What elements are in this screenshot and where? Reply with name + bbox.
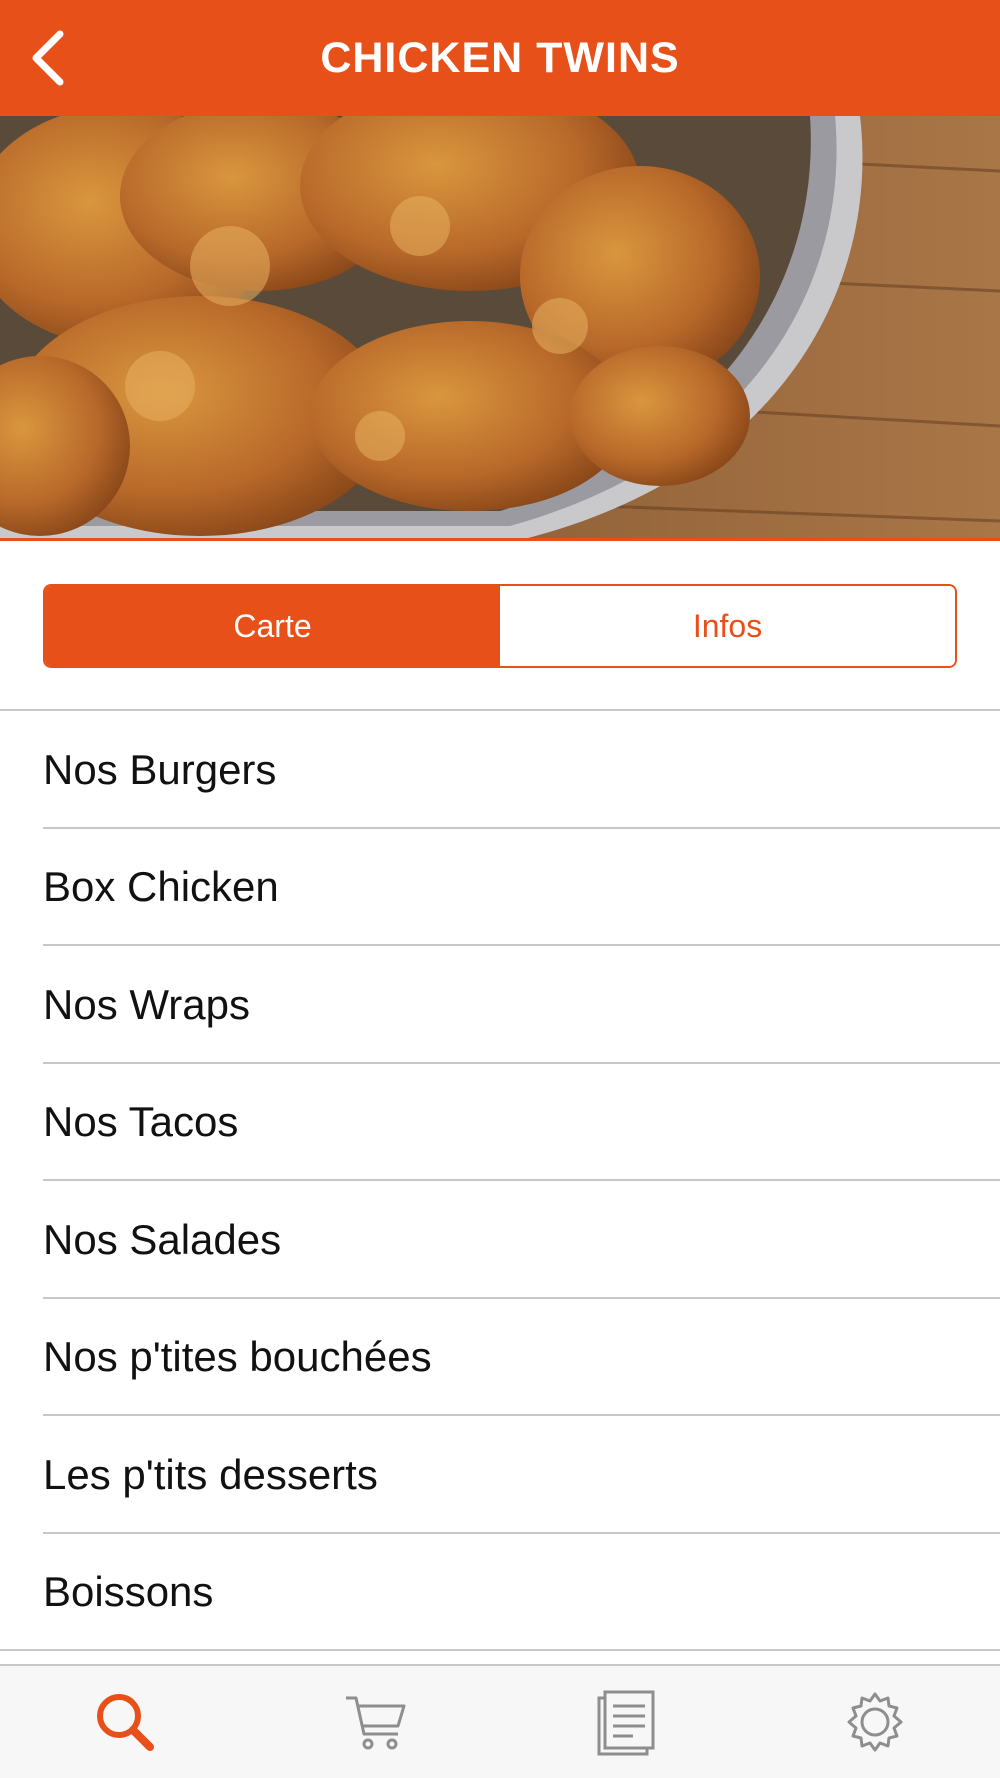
back-button[interactable] [18, 28, 78, 88]
tab-orders[interactable] [500, 1666, 750, 1778]
nav-header: CHICKEN TWINS [0, 0, 1000, 116]
search-icon [97, 1694, 154, 1751]
hero-image [0, 116, 1000, 540]
tab-carte[interactable]: Carte [45, 586, 500, 666]
hero-divider [0, 538, 1000, 541]
list-item-nos-ptites-bouchees[interactable]: Nos p'tites bouchées [0, 1299, 1000, 1417]
chevron-left-icon [32, 30, 64, 86]
list-item-nos-tacos[interactable]: Nos Tacos [0, 1064, 1000, 1182]
segmented-control: Carte Infos [43, 584, 957, 668]
list-item-box-chicken[interactable]: Box Chicken [0, 829, 1000, 947]
tab-settings[interactable] [750, 1666, 1000, 1778]
list-item-les-ptits-desserts[interactable]: Les p'tits desserts [0, 1416, 1000, 1534]
gear-icon [847, 1692, 903, 1752]
list-item-nos-salades[interactable]: Nos Salades [0, 1181, 1000, 1299]
fried-chicken-illustration [0, 116, 1000, 540]
cart-icon [346, 1696, 406, 1750]
list-item-nos-burgers[interactable]: Nos Burgers [0, 711, 1000, 829]
tab-search[interactable] [0, 1666, 250, 1778]
page-title: CHICKEN TWINS [320, 33, 680, 82]
document-list-icon [597, 1690, 655, 1756]
bottom-tab-bar [0, 1664, 1000, 1778]
list-item-boissons[interactable]: Boissons [0, 1534, 1000, 1652]
list-item-nos-wraps[interactable]: Nos Wraps [0, 946, 1000, 1064]
tab-cart[interactable] [250, 1666, 500, 1778]
menu-category-list: Nos Burgers Box Chicken Nos Wraps Nos Ta… [0, 711, 1000, 1651]
tab-infos[interactable]: Infos [500, 586, 955, 666]
